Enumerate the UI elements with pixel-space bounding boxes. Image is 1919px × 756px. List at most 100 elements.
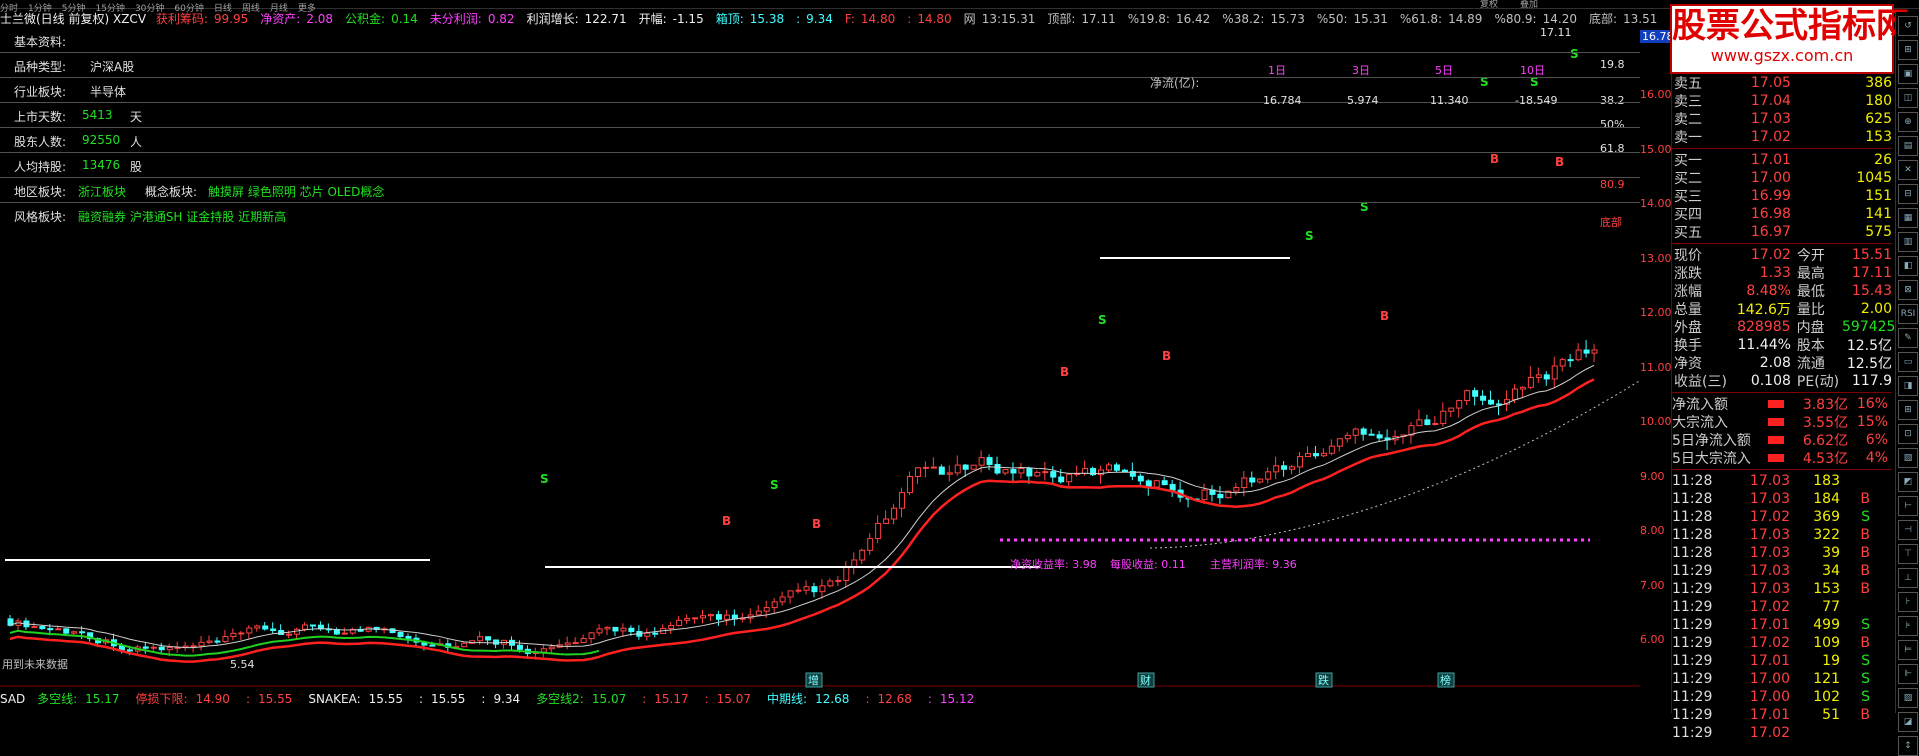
toolbar-button[interactable]: ◫ <box>1898 88 1918 108</box>
book-label: 买五 <box>1674 225 1702 241</box>
candle-body <box>222 636 229 643</box>
toolbar-button[interactable]: ⊢ <box>1898 496 1918 516</box>
toolbar-button[interactable]: ◧ <box>1898 256 1918 276</box>
toolbar-button[interactable]: ⊕ <box>1898 112 1918 132</box>
metric-value: 15.73 <box>1270 12 1305 26</box>
quote-label: 换手 <box>1674 338 1702 354</box>
ask-row[interactable]: 卖五 17.05 386 <box>1672 74 1892 92</box>
quote-row: 净资 2.08 流通 12.5亿 <box>1672 354 1892 372</box>
indicator-label: : <box>927 692 932 706</box>
toolbar-button[interactable]: ▨ <box>1898 688 1918 708</box>
quote-value: 2.08 <box>1759 355 1791 371</box>
tick-time: 11:29 <box>1672 599 1713 615</box>
candle-body <box>1034 471 1041 477</box>
indicator-value: 15.12 <box>939 692 975 706</box>
toolbar-button[interactable]: ◪ <box>1898 712 1918 732</box>
toolbar-button[interactable]: ✎ <box>1898 328 1918 348</box>
toolbar-button[interactable]: ⊤ <box>1898 544 1918 564</box>
toolbar-button[interactable]: ▤ <box>1898 136 1918 156</box>
bid-row[interactable]: 买四 16.98 141 <box>1672 205 1892 223</box>
toolbar-button[interactable]: ⊧ <box>1898 616 1918 636</box>
bid-row[interactable]: 买五 16.97 575 <box>1672 223 1892 241</box>
chart-header: 士兰微(日线 前复权) XZCV 获利筹码: 99.95 净资产: 2.08 公积金: 0… <box>0 10 1675 26</box>
book-volume: 153 <box>1865 129 1892 145</box>
toolbar-button[interactable]: ▧ <box>1898 448 1918 468</box>
indicator-value: 15.17 <box>85 692 120 706</box>
toolbar-button[interactable]: ↕ <box>1898 736 1918 756</box>
indicator-label: : <box>419 692 424 706</box>
toolbar-button[interactable]: RSI <box>1898 304 1918 324</box>
bid-row[interactable]: 买一 17.01 26 <box>1672 151 1892 169</box>
toolbar-button[interactable]: ⊨ <box>1898 640 1918 660</box>
toolbar-button[interactable]: ⊥ <box>1898 568 1918 588</box>
flow-period-2: 5日 <box>1435 64 1453 77</box>
toolbar-button[interactable]: ✕ <box>1898 160 1918 180</box>
tick-price: 17.02 <box>1749 599 1790 615</box>
quote-label: 内盘 <box>1796 320 1825 336</box>
book-price: 17.02 <box>1750 129 1791 145</box>
toolbar-button[interactable]: ⊟ <box>1898 184 1918 204</box>
toolbar-button[interactable]: ⊠ <box>1898 280 1918 300</box>
quote-value: 142.6万 <box>1736 302 1791 318</box>
tick-price: 17.02 <box>1749 635 1790 651</box>
book-price: 17.00 <box>1750 170 1791 186</box>
header-metrics: 获利筹码: 99.95 净资产: 2.08 公积金: 0.14 未分利润: 0.82 利润增长:… <box>156 12 1670 26</box>
ask-row[interactable]: 卖一 17.02 153 <box>1672 128 1892 146</box>
candle-body <box>715 614 722 620</box>
indicator-item: :15.12 <box>928 692 982 706</box>
ask-list: 卖五 17.05 386 卖三 17.04 180 卖二 17.03 625 卖一 17.02 153 <box>1672 74 1892 146</box>
tick-row: 11:29 17.00 121 S <box>1672 670 1892 688</box>
ask-row[interactable]: 卖三 17.04 180 <box>1672 92 1892 110</box>
candle-body <box>1424 419 1431 426</box>
toolbar-button[interactable]: ◨ <box>1898 376 1918 396</box>
fund-flow-label: 净流入额 <box>1672 397 1728 413</box>
toolbar-button[interactable]: ↺ <box>1898 16 1918 36</box>
metric-label: %50: <box>1316 12 1348 26</box>
candle-body <box>970 464 977 470</box>
price-tick: 13.00 <box>1640 251 1672 265</box>
toolbar-button[interactable]: ◩ <box>1898 472 1918 492</box>
info-row-type: 品种类型: 沪深A股 <box>0 53 1640 78</box>
candle-body <box>1281 465 1288 470</box>
metric-label: %19.8: <box>1127 12 1170 26</box>
fund-flow-row: 5日净流入额 6.62亿 6% <box>1672 431 1892 449</box>
toolbar-button[interactable]: ⊦ <box>1898 592 1918 612</box>
info-row-holders: 股东人数: 92550 人 <box>0 128 1640 153</box>
toolbar-button[interactable]: ⊩ <box>1898 664 1918 684</box>
bid-row[interactable]: 买三 16.99 151 <box>1672 187 1892 205</box>
candle-body <box>1344 434 1351 440</box>
quote-value: 15.51 <box>1851 247 1892 263</box>
tick-time: 11:29 <box>1672 563 1713 579</box>
ask-row[interactable]: 卖二 17.03 625 <box>1672 110 1892 128</box>
quote-label: 现价 <box>1674 248 1702 264</box>
quote-label: PE(动) <box>1796 374 1840 390</box>
quote-label: 股本 <box>1796 338 1825 354</box>
toolbar-button[interactable]: ⊡ <box>1898 424 1918 444</box>
info-row-listed: 上市天数: 5413 天 <box>0 103 1640 128</box>
candle-body <box>1472 390 1479 397</box>
toolbar-button[interactable]: ▣ <box>1898 64 1918 84</box>
flow-value-0: 16.784 <box>1263 94 1302 107</box>
toolbar-button[interactable]: ⊞ <box>1898 400 1918 420</box>
candle-body <box>1289 466 1296 470</box>
toolbar-button[interactable]: ▦ <box>1898 208 1918 228</box>
tick-time: 11:28 <box>1672 509 1713 525</box>
ma-line <box>9 378 1595 663</box>
toolbar-button[interactable]: ▭ <box>1898 352 1918 372</box>
indicator-name[interactable]: SAD <box>0 692 25 706</box>
candle-body <box>309 624 316 627</box>
chart-title[interactable]: 士兰微(日线 前复权) XZCV <box>0 12 146 26</box>
menu-right-0[interactable]: 复权 <box>1480 0 1498 10</box>
tick-price: 17.03 <box>1749 491 1790 507</box>
metric-value: 0.14 <box>391 12 418 26</box>
toolbar-button[interactable]: ▥ <box>1898 232 1918 252</box>
toolbar-button[interactable]: ⊞ <box>1898 40 1918 60</box>
header-metric: 获利筹码: 99.95 <box>156 12 254 26</box>
tick-volume: 34 <box>1822 563 1840 579</box>
menu-right-1[interactable]: 叠加 <box>1520 0 1538 10</box>
candle-body <box>31 626 38 629</box>
fund-flow-row: 净流入额 3.83亿 16% <box>1672 395 1892 413</box>
tick-volume: 499 <box>1813 617 1840 633</box>
toolbar-button[interactable]: ⊣ <box>1898 520 1918 540</box>
bid-row[interactable]: 买二 17.00 1045 <box>1672 169 1892 187</box>
